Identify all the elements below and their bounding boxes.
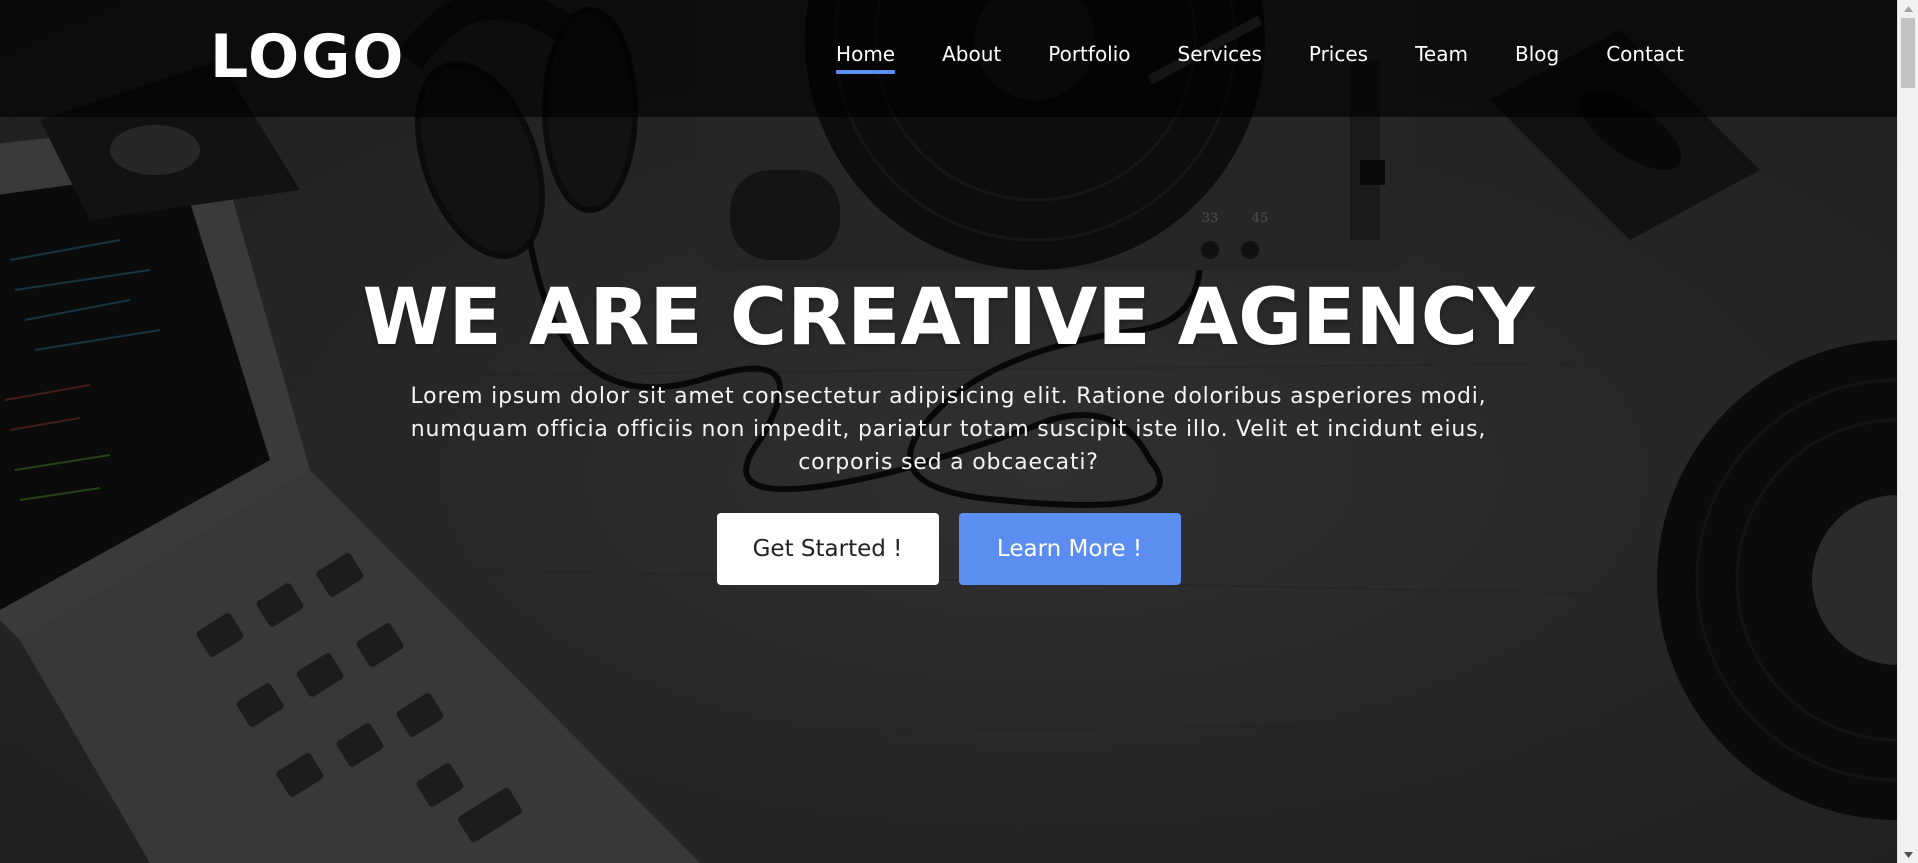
hero-section: 33 45 LOGO Home About Portfolio Services… <box>0 0 1897 863</box>
nav-item-services[interactable]: Services <box>1178 40 1262 68</box>
chevron-down-icon[interactable] <box>1898 846 1918 863</box>
hero-content: WE ARE CREATIVE AGENCY Lorem ipsum dolor… <box>0 270 1897 585</box>
chevron-up-icon[interactable] <box>1898 0 1918 17</box>
nav-item-prices[interactable]: Prices <box>1309 40 1368 68</box>
hero-headline: WE ARE CREATIVE AGENCY <box>362 273 1535 363</box>
learn-more-button[interactable]: Learn More ! <box>958 513 1181 585</box>
hero-buttons: Get Started ! Learn More ! <box>0 513 1897 585</box>
nav-item-team[interactable]: Team <box>1415 40 1468 68</box>
page: 33 45 LOGO Home About Portfolio Services… <box>0 0 1918 863</box>
hero-subtext: Lorem ipsum dolor sit amet consectetur a… <box>410 384 1487 475</box>
nav-item-about[interactable]: About <box>942 40 1001 68</box>
main-nav: Home About Portfolio Services Prices Tea… <box>789 40 1684 74</box>
navbar: LOGO Home About Portfolio Services Price… <box>0 0 1897 117</box>
vertical-scrollbar[interactable] <box>1897 0 1918 863</box>
nav-item-contact[interactable]: Contact <box>1606 40 1684 68</box>
nav-item-portfolio[interactable]: Portfolio <box>1048 40 1130 68</box>
get-started-button[interactable]: Get Started ! <box>716 513 939 585</box>
nav-item-blog[interactable]: Blog <box>1515 40 1559 68</box>
site-logo[interactable]: LOGO <box>210 22 405 92</box>
scrollbar-thumb[interactable] <box>1901 18 1915 88</box>
nav-item-home[interactable]: Home <box>836 40 896 74</box>
